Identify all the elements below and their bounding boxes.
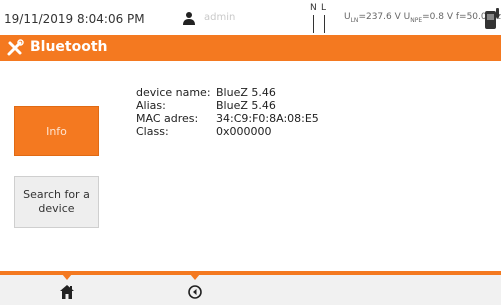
info-label: Class: xyxy=(136,125,169,138)
search-button-label-line1: Search for a xyxy=(23,188,90,201)
datetime: 19/11/2019 8:04:06 PM xyxy=(4,12,145,26)
uln-label: U xyxy=(344,12,351,22)
phase-n-line xyxy=(313,15,314,33)
phase-indicator: N L xyxy=(309,3,331,33)
unpe-value: =0.8 V xyxy=(422,12,453,22)
home-notch-icon xyxy=(62,274,72,280)
info-row: Alias: BlueZ 5.46 xyxy=(136,99,319,112)
status-bar: 19/11/2019 8:04:06 PM admin N L ULN=237.… xyxy=(0,0,501,35)
phase-l-line xyxy=(324,15,325,33)
info-button[interactable]: Info xyxy=(14,106,99,156)
title-bar: Bluetooth xyxy=(0,35,501,61)
info-row: device name: BlueZ 5.46 xyxy=(136,86,319,99)
user-name[interactable]: admin xyxy=(204,12,235,23)
search-button-label-line2: device xyxy=(38,202,75,215)
bluetooth-settings-icon xyxy=(7,39,24,56)
info-row: MAC adres: 34:C9:F0:8A:08:E5 xyxy=(136,112,319,125)
info-value: BlueZ 5.46 xyxy=(216,86,276,99)
info-label: MAC adres: xyxy=(136,112,199,125)
back-notch-icon xyxy=(190,274,200,280)
device-info-table: device name: BlueZ 5.46 Alias: BlueZ 5.46 … xyxy=(136,86,319,138)
page-title: Bluetooth xyxy=(30,39,108,55)
info-label: Alias: xyxy=(136,99,166,112)
measurement-readout: ULN=237.6 V UNPE=0.8 V f=50.0 Hz xyxy=(344,12,501,24)
info-label: device name: xyxy=(136,86,211,99)
bottom-accent-line xyxy=(0,271,501,275)
info-button-label: Info xyxy=(46,124,67,138)
info-value: BlueZ 5.46 xyxy=(216,99,276,112)
back-icon[interactable] xyxy=(188,285,202,299)
unpe-label: U xyxy=(400,12,411,22)
phase-l-label: L xyxy=(321,3,327,13)
device-icon[interactable] xyxy=(484,8,500,30)
bottom-nav-bar xyxy=(0,271,501,305)
info-row: Class: 0x000000 xyxy=(136,125,319,138)
unpe-sub: NPE xyxy=(410,16,423,24)
search-device-button[interactable]: Search for a device xyxy=(14,176,99,228)
user-icon xyxy=(183,12,195,25)
info-value: 0x000000 xyxy=(216,125,272,138)
info-value: 34:C9:F0:8A:08:E5 xyxy=(216,112,319,125)
uln-value: =237.6 V xyxy=(358,12,401,22)
phase-n-label: N xyxy=(310,3,317,13)
home-icon[interactable] xyxy=(60,285,74,299)
